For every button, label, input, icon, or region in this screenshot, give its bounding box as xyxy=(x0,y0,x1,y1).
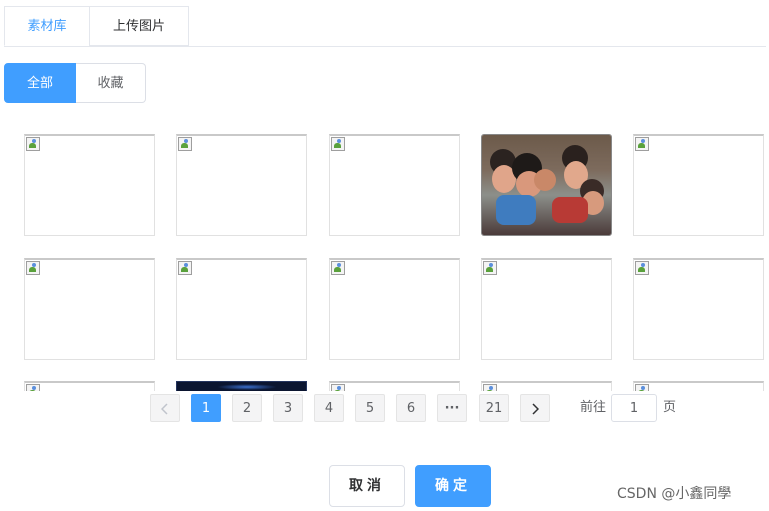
page-button-last[interactable]: 21 xyxy=(479,394,509,422)
tab-upload-image[interactable]: 上传图片 xyxy=(89,6,189,46)
image-tile[interactable] xyxy=(176,258,307,360)
broken-image-icon xyxy=(178,261,194,277)
prev-page-button[interactable] xyxy=(150,394,180,422)
image-tile[interactable] xyxy=(24,258,155,360)
broken-image-icon xyxy=(635,384,651,391)
goto-label: 前往 xyxy=(580,400,607,415)
goto-page-input[interactable] xyxy=(611,394,657,422)
broken-image-icon xyxy=(635,137,651,153)
broken-image-icon xyxy=(178,137,194,153)
next-page-button[interactable] xyxy=(520,394,550,422)
filter-segmented: 全部 收藏 xyxy=(4,63,146,103)
image-tile[interactable] xyxy=(633,258,764,360)
image-tile[interactable] xyxy=(481,381,612,391)
broken-image-icon xyxy=(331,137,347,153)
confirm-button[interactable]: 确定 xyxy=(415,465,491,507)
tab-material-library[interactable]: 素材库 xyxy=(4,6,90,46)
image-tile[interactable] xyxy=(329,258,460,360)
goto-unit-label: 页 xyxy=(663,400,677,415)
page-button-1[interactable]: 1 xyxy=(191,394,221,422)
image-tile[interactable] xyxy=(633,381,764,391)
image-tile-dark[interactable] xyxy=(176,381,307,391)
broken-image-icon xyxy=(331,384,347,391)
image-tile[interactable] xyxy=(633,134,764,236)
broken-image-icon xyxy=(26,137,42,153)
image-grid xyxy=(0,130,769,391)
material-tabs: 素材库 上传图片 xyxy=(4,6,766,47)
broken-image-icon xyxy=(635,261,651,277)
page-button-6[interactable]: 6 xyxy=(396,394,426,422)
broken-image-icon xyxy=(483,384,499,391)
page-button-2[interactable]: 2 xyxy=(232,394,262,422)
broken-image-icon xyxy=(26,384,42,391)
filter-favorites-button[interactable]: 收藏 xyxy=(76,63,146,103)
more-pages-button[interactable]: ··· xyxy=(437,394,467,422)
watermark: CSDN @小鑫同學 xyxy=(617,486,732,502)
pagination: 1 2 3 4 5 6 ··· 21 前往 页 xyxy=(0,394,769,422)
image-tile[interactable] xyxy=(329,381,460,391)
image-tile-photo[interactable] xyxy=(481,134,612,236)
image-tile[interactable] xyxy=(176,134,307,236)
cancel-button[interactable]: 取消 xyxy=(329,465,405,507)
image-tile[interactable] xyxy=(24,134,155,236)
image-tile[interactable] xyxy=(481,258,612,360)
broken-image-icon xyxy=(331,261,347,277)
page-button-5[interactable]: 5 xyxy=(355,394,385,422)
broken-image-icon xyxy=(26,261,42,277)
image-tile[interactable] xyxy=(24,381,155,391)
page-button-4[interactable]: 4 xyxy=(314,394,344,422)
page-button-3[interactable]: 3 xyxy=(273,394,303,422)
filter-all-button[interactable]: 全部 xyxy=(4,63,76,103)
broken-image-icon xyxy=(483,261,499,277)
chevron-right-icon xyxy=(532,403,539,415)
image-tile[interactable] xyxy=(329,134,460,236)
chevron-left-icon xyxy=(161,403,168,415)
